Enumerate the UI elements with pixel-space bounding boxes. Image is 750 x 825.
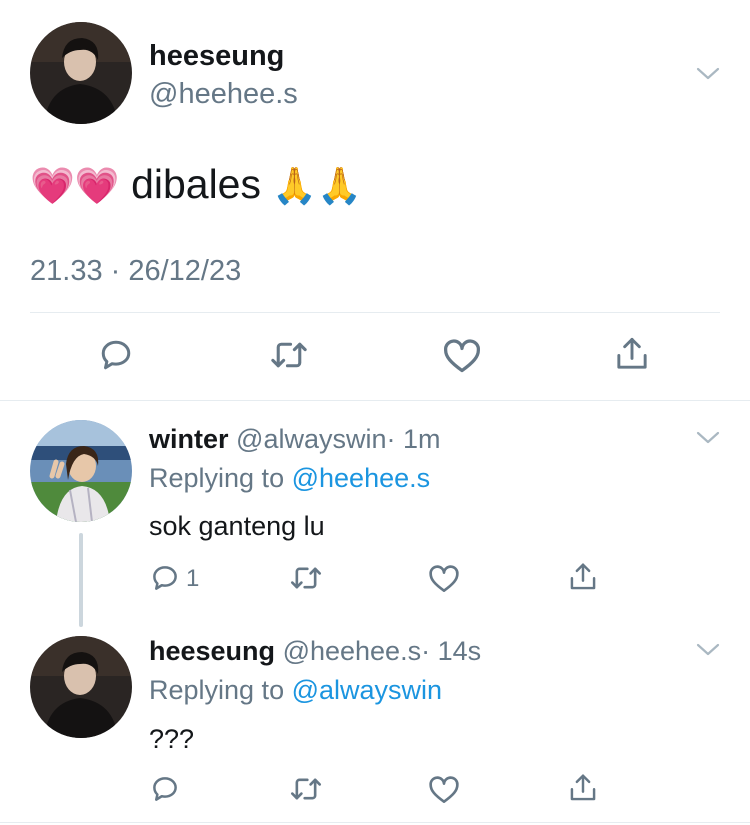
heart-emoji: 💗💗 [30,165,120,206]
main-handle[interactable]: @heehee.s [149,78,298,111]
winter-display-name[interactable]: winter [149,424,229,454]
heeseung-reply-handle[interactable]: @heehee.s [283,636,422,666]
winter-replying-label: Replying to [149,463,285,493]
praying-hands-emoji: 🙏🙏 [272,165,363,206]
winter-retweet-icon[interactable] [286,561,326,595]
winter-header: winter @alwayswin· 1m [149,424,440,455]
main-divider-bottom [0,400,750,401]
bottom-divider [0,822,750,823]
winter-share-icon[interactable] [566,559,600,595]
winter-time: · 1m [386,424,441,454]
main-divider-top [30,312,720,313]
winter-chevron-down-icon[interactable] [692,426,724,450]
main-reply-icon[interactable] [96,335,136,375]
heeseung-like-icon[interactable] [426,772,462,806]
heeseung-reply-avatar[interactable] [30,636,132,738]
main-chevron-down-icon[interactable] [692,62,724,86]
main-timestamp[interactable]: 21.33 · 26/12/23 [30,255,241,288]
winter-reply-text: sok ganteng lu [149,511,325,541]
main-like-icon[interactable] [440,335,484,375]
main-avatar[interactable] [30,22,132,124]
heeseung-replying-label: Replying to [149,675,285,705]
main-display-name[interactable]: heeseung [149,40,284,73]
winter-reply-icon[interactable] [148,561,182,595]
heeseung-reply-text: ??? [149,724,195,754]
heeseung-reply-header: heeseung @heehee.s· 14s [149,636,481,667]
winter-reply-count: 1 [186,565,200,592]
winter-avatar[interactable] [30,420,132,522]
heeseung-replying-to-link[interactable]: @alwayswin [292,675,442,705]
main-retweet-icon[interactable] [267,335,311,375]
winter-handle[interactable]: @alwayswin [236,424,386,454]
heeseung-share-icon[interactable] [566,770,600,806]
heeseung-reply-chevron-down-icon[interactable] [692,638,724,662]
heeseung-reply-icon[interactable] [148,772,182,806]
heeseung-replying-line: Replying to @alwayswin [149,675,442,706]
winter-like-icon[interactable] [426,561,462,595]
main-share-icon[interactable] [612,333,652,375]
heeseung-reply-time: · 14s [421,636,482,666]
thread-line [79,533,83,627]
heeseung-reply-display-name[interactable]: heeseung [149,636,275,666]
winter-replying-line: Replying to @heehee.s [149,463,430,494]
winter-replying-to-link[interactable]: @heehee.s [292,463,431,493]
main-tweet-text: 💗💗 dibales 🙏🙏 [30,160,362,210]
main-tweet-body: dibales [131,161,261,207]
heeseung-retweet-icon[interactable] [286,772,326,806]
